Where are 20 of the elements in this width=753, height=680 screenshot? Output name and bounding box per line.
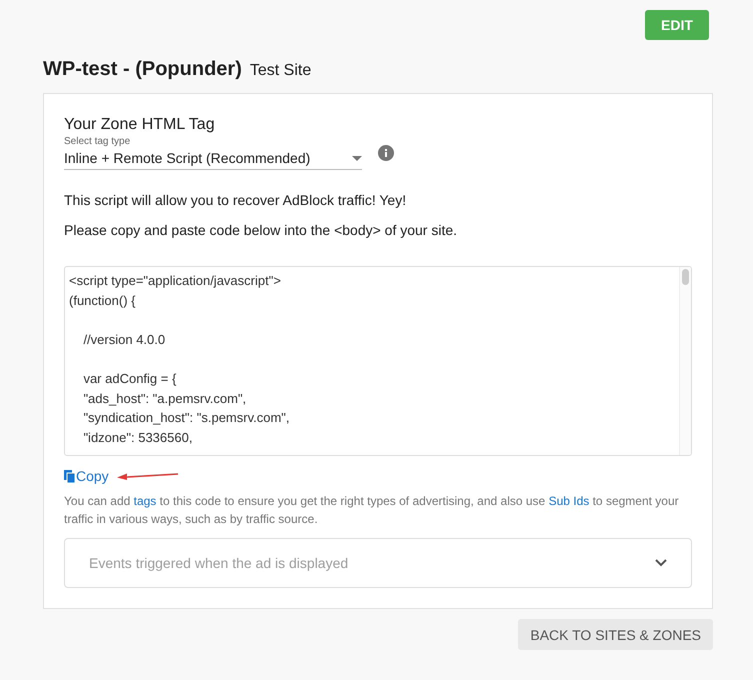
info-icon[interactable] [378, 145, 394, 161]
chevron-icon [655, 559, 667, 567]
code-field[interactable]: <script type="application/javascript"> (function() { //version 4.0.0 var adConfig = { "ads_host": "a.pemsrv.com", "syndication_host": "s.pemsrv.com", "idzone": 5336560, [64, 266, 692, 456]
events-panel[interactable]: Events triggered when the ad is displayed [64, 538, 692, 588]
instruction-text: This script will allow you to recover AdBlock traffic! Yey! [64, 192, 408, 208]
copy-link[interactable]: Copy [64, 468, 109, 484]
help-link[interactable]: tags [134, 494, 156, 508]
back-button[interactable]: BACK TO SITES & ZONES [518, 619, 713, 650]
tag-type-select[interactable]: Select tag type Inline + Remote Script (Recommended) [64, 136, 362, 170]
dropdown-caret-icon [352, 156, 362, 160]
section-title: Your Zone HTML Tag [64, 116, 216, 134]
edit-button[interactable]: EDIT [645, 10, 709, 40]
help-link[interactable]: Sub Ids [548, 494, 590, 508]
help-text: You can add tags to this code to ensure you get the right types of advertising, and also use Sub Ids to segment your traffic in various ways, such as by traffic source. [64, 493, 680, 528]
scrollbar-thumb[interactable] [682, 269, 689, 285]
arrow-drawing [116, 472, 179, 480]
instruction-text: Please copy and paste code below into the <body> of your site. [64, 222, 458, 238]
page-title: WP-test - (Popunder) [43, 58, 242, 81]
site-name: Test Site [250, 62, 312, 80]
copy-icon [64, 470, 76, 482]
